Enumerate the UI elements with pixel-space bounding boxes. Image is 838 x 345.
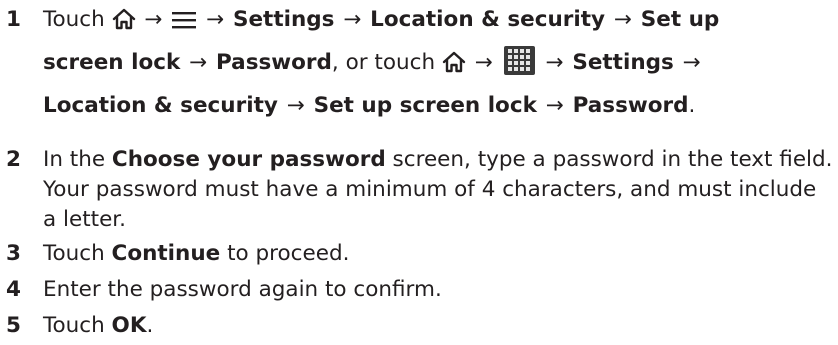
arrow-icon: → <box>189 50 208 75</box>
settings-label: Settings <box>232 7 335 32</box>
settings-label: Settings <box>572 50 674 75</box>
home-icon <box>112 4 136 43</box>
step-number: 2 <box>6 147 21 172</box>
arrow-icon: → <box>545 93 564 118</box>
set-up-label: Set up <box>640 7 720 32</box>
arrow-icon: → <box>144 7 163 32</box>
step-1: 1 Touch → → Settings → Location & securi… <box>0 0 838 150</box>
arrow-icon: → <box>613 7 632 32</box>
arrow-icon: → <box>206 7 225 32</box>
arrow-icon: → <box>474 50 493 75</box>
step-text: Enter the password again to confirm. <box>43 277 442 302</box>
arrow-icon: → <box>343 7 362 32</box>
or-touch-text: , or touch <box>331 50 436 75</box>
step-number: 3 <box>6 241 21 266</box>
set-up-screen-lock-label: Set up screen lock <box>313 93 537 118</box>
step-text-touch: Touch <box>43 7 105 32</box>
step-4: 4 Enter the password again to confirm. <box>0 273 838 309</box>
step-text-post: to proceed. <box>220 241 350 266</box>
arrow-icon: → <box>286 93 305 118</box>
step-text-pre: Touch <box>43 313 112 338</box>
step-text: Touch OK. <box>43 309 834 343</box>
step-5: 5 Touch OK. <box>0 309 838 345</box>
location-security-label: Location & security <box>370 7 606 32</box>
period: . <box>688 93 696 118</box>
screen-lock-label: screen lock <box>43 50 181 75</box>
step-text-pre: Touch <box>43 241 112 266</box>
step-text-pre: In the <box>43 147 112 172</box>
home-icon <box>442 47 466 86</box>
password-label: Password <box>572 93 689 118</box>
continue-label: Continue <box>111 241 221 266</box>
step-number: 5 <box>6 313 21 338</box>
menu-icon <box>171 4 197 43</box>
choose-password-label: Choose your password <box>111 147 386 172</box>
arrow-icon: → <box>682 50 701 75</box>
step-text: In the Choose your password screen, type… <box>43 145 834 235</box>
arrow-icon: → <box>545 50 564 75</box>
step-3: 3 Touch Continue to proceed. <box>0 237 838 273</box>
step-text: Touch Continue to proceed. <box>43 237 834 271</box>
location-security-label: Location & security <box>43 93 278 118</box>
ok-label: OK <box>111 313 147 338</box>
step-number: 1 <box>6 7 21 32</box>
step-number: 4 <box>6 277 21 302</box>
step-text: Touch → → Settings → Location & security… <box>43 0 834 125</box>
app-grid-icon <box>503 46 535 75</box>
password-label: Password <box>216 50 332 75</box>
step-text-post: . <box>146 313 154 338</box>
step-2: 2 In the Choose your password screen, ty… <box>0 145 838 235</box>
